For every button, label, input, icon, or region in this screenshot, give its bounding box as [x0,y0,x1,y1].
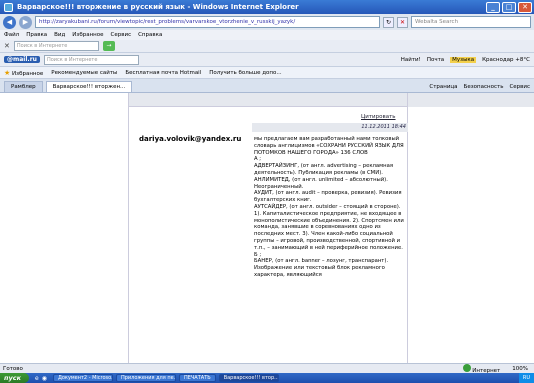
browser-quicklaunch-icon[interactable]: ◉ [42,375,47,382]
mailru-weather-button[interactable]: Краснодар +8°C [482,57,530,63]
ie-icon [4,2,13,12]
mailru-search-input[interactable]: Поиск в Интернете [43,54,139,65]
forum-post: Цитировать 11.12.2011 18:44 dariya.volov… [128,93,408,363]
post-paragraph: АДВЕРТАЙЗИНГ, (от англ. advertising – ре… [254,163,394,176]
tab-bar: Рамблер Варварское!!! вторжен... Страниц… [0,79,534,93]
post-paragraph: АУТСАЙДЕР, (от англ. outsider – стоящий … [254,203,404,251]
language-indicator[interactable]: RU [523,375,530,381]
favorite-link-recommended[interactable]: Рекомендуемые сайты [51,70,117,76]
star-icon: ★ [4,68,11,77]
window-controls: _ □ ✕ [486,1,532,13]
webalta-search-input[interactable]: Webalta Search [411,16,531,28]
page-menu-button[interactable]: Страница [429,84,457,90]
post-paragraph: АНЛИМИТЕД, (от англ. unlimited – абсолют… [254,176,388,190]
ie-quicklaunch-icon[interactable]: e [35,375,39,382]
taskbar-item-word[interactable]: Документ2 - Microso... [52,374,113,382]
menu-item-view[interactable]: Вид [54,32,65,38]
favorite-link-hotmail[interactable]: Бесплатная почта Hotmail [125,70,201,76]
status-bar: Готово Интернет 100% [0,363,534,374]
status-text: Готово [3,365,23,372]
address-toolbar: ◀ ▶ http://zaryakubani.ru/forum/viewtopi… [0,14,534,30]
taskbar-item-print[interactable]: ПЕЧАТАТЬ [178,374,216,382]
post-paragraph: БАНЕР, (от англ. banner – лозунг, трансп… [254,258,389,278]
zoom-level[interactable]: 100% [512,366,528,372]
menu-item-tools[interactable]: Сервис [111,32,132,38]
start-button[interactable]: пуск [0,373,29,383]
safety-menu-button[interactable]: Безопасность [464,84,504,90]
post-date: 11.12.2011 18:44 [252,123,408,132]
post-body: мы предлагаем вам разработанный нами тол… [254,136,404,279]
mailru-find-button[interactable]: Найти! [401,57,421,63]
mailru-toolbar: @mail.ru Поиск в Интернете Найти! Почта … [0,53,534,67]
tab-rambler[interactable]: Рамблер [4,81,43,92]
back-button[interactable]: ◀ [3,15,16,29]
post-paragraph: Б ; [254,251,262,258]
taskbar-item-ie[interactable]: Варварское!!! втор... [218,374,279,382]
post-paragraph: мы предлагаем вам разработанный нами тол… [254,136,404,156]
system-tray: RU [518,373,534,383]
close-button[interactable]: ✕ [518,1,532,13]
address-input[interactable]: http://zaryakubani.ru/forum/viewtopic/re… [35,16,380,28]
menu-bar: Файл Правка Вид Избранное Сервис Справка [0,30,534,40]
forward-button[interactable]: ▶ [19,15,32,29]
tab-varvarskoe[interactable]: Варварское!!! вторжен... [45,81,133,92]
menu-item-edit[interactable]: Правка [26,32,47,38]
internet-zone: Интернет [462,363,500,374]
tools-menu-button[interactable]: Сервис [509,84,530,90]
windows-taskbar: пуск e ◉ Документ2 - Microso... Приложен… [0,373,534,383]
page-left-margin [0,93,128,363]
mailru-music-button[interactable]: Музыка [450,56,477,63]
favorites-bar: ★ Избранное Рекомендуемые сайты Бесплатн… [0,67,534,79]
post-author[interactable]: dariya.volovik@yandex.ru [139,135,241,143]
toolbar-close-icon[interactable]: ✕ [4,42,10,50]
globe-icon [462,363,471,372]
quote-link[interactable]: Цитировать [361,114,396,120]
window-title: Варварское!!! вторжение в русский язык -… [17,3,299,11]
search-toolbar: ✕ Поиск в Интернете → [0,40,534,53]
post-header-strip [129,93,407,107]
refresh-button[interactable]: ↻ [383,16,394,28]
post-paragraph: АУДИТ, (от англ. audit – проверка, ревиз… [254,190,402,204]
taskbar-item-apps[interactable]: Приложения для пе... [115,374,176,382]
menu-item-help[interactable]: Справка [138,32,162,38]
toolbar-go-button[interactable]: → [102,41,115,51]
toolbar-search-input[interactable]: Поиск в Интернете [13,41,99,51]
page-content: Цитировать 11.12.2011 18:44 dariya.volov… [0,93,534,363]
menu-item-file[interactable]: Файл [4,32,19,38]
right-header-strip [408,93,534,107]
maximize-button[interactable]: □ [502,1,516,13]
favorite-link-more[interactable]: Получить больше допо... [209,70,281,76]
stop-button[interactable]: ✕ [397,16,408,28]
mailru-mail-button[interactable]: Почта [427,57,444,63]
page-right-margin [408,93,534,363]
quick-launch: e ◉ [29,375,53,382]
window-titlebar: Варварское!!! вторжение в русский язык -… [0,0,534,14]
favorites-button[interactable]: ★ Избранное [4,69,43,77]
mailru-logo[interactable]: @mail.ru [4,56,40,63]
menu-item-favorites[interactable]: Избранное [72,32,103,38]
minimize-button[interactable]: _ [486,1,500,13]
